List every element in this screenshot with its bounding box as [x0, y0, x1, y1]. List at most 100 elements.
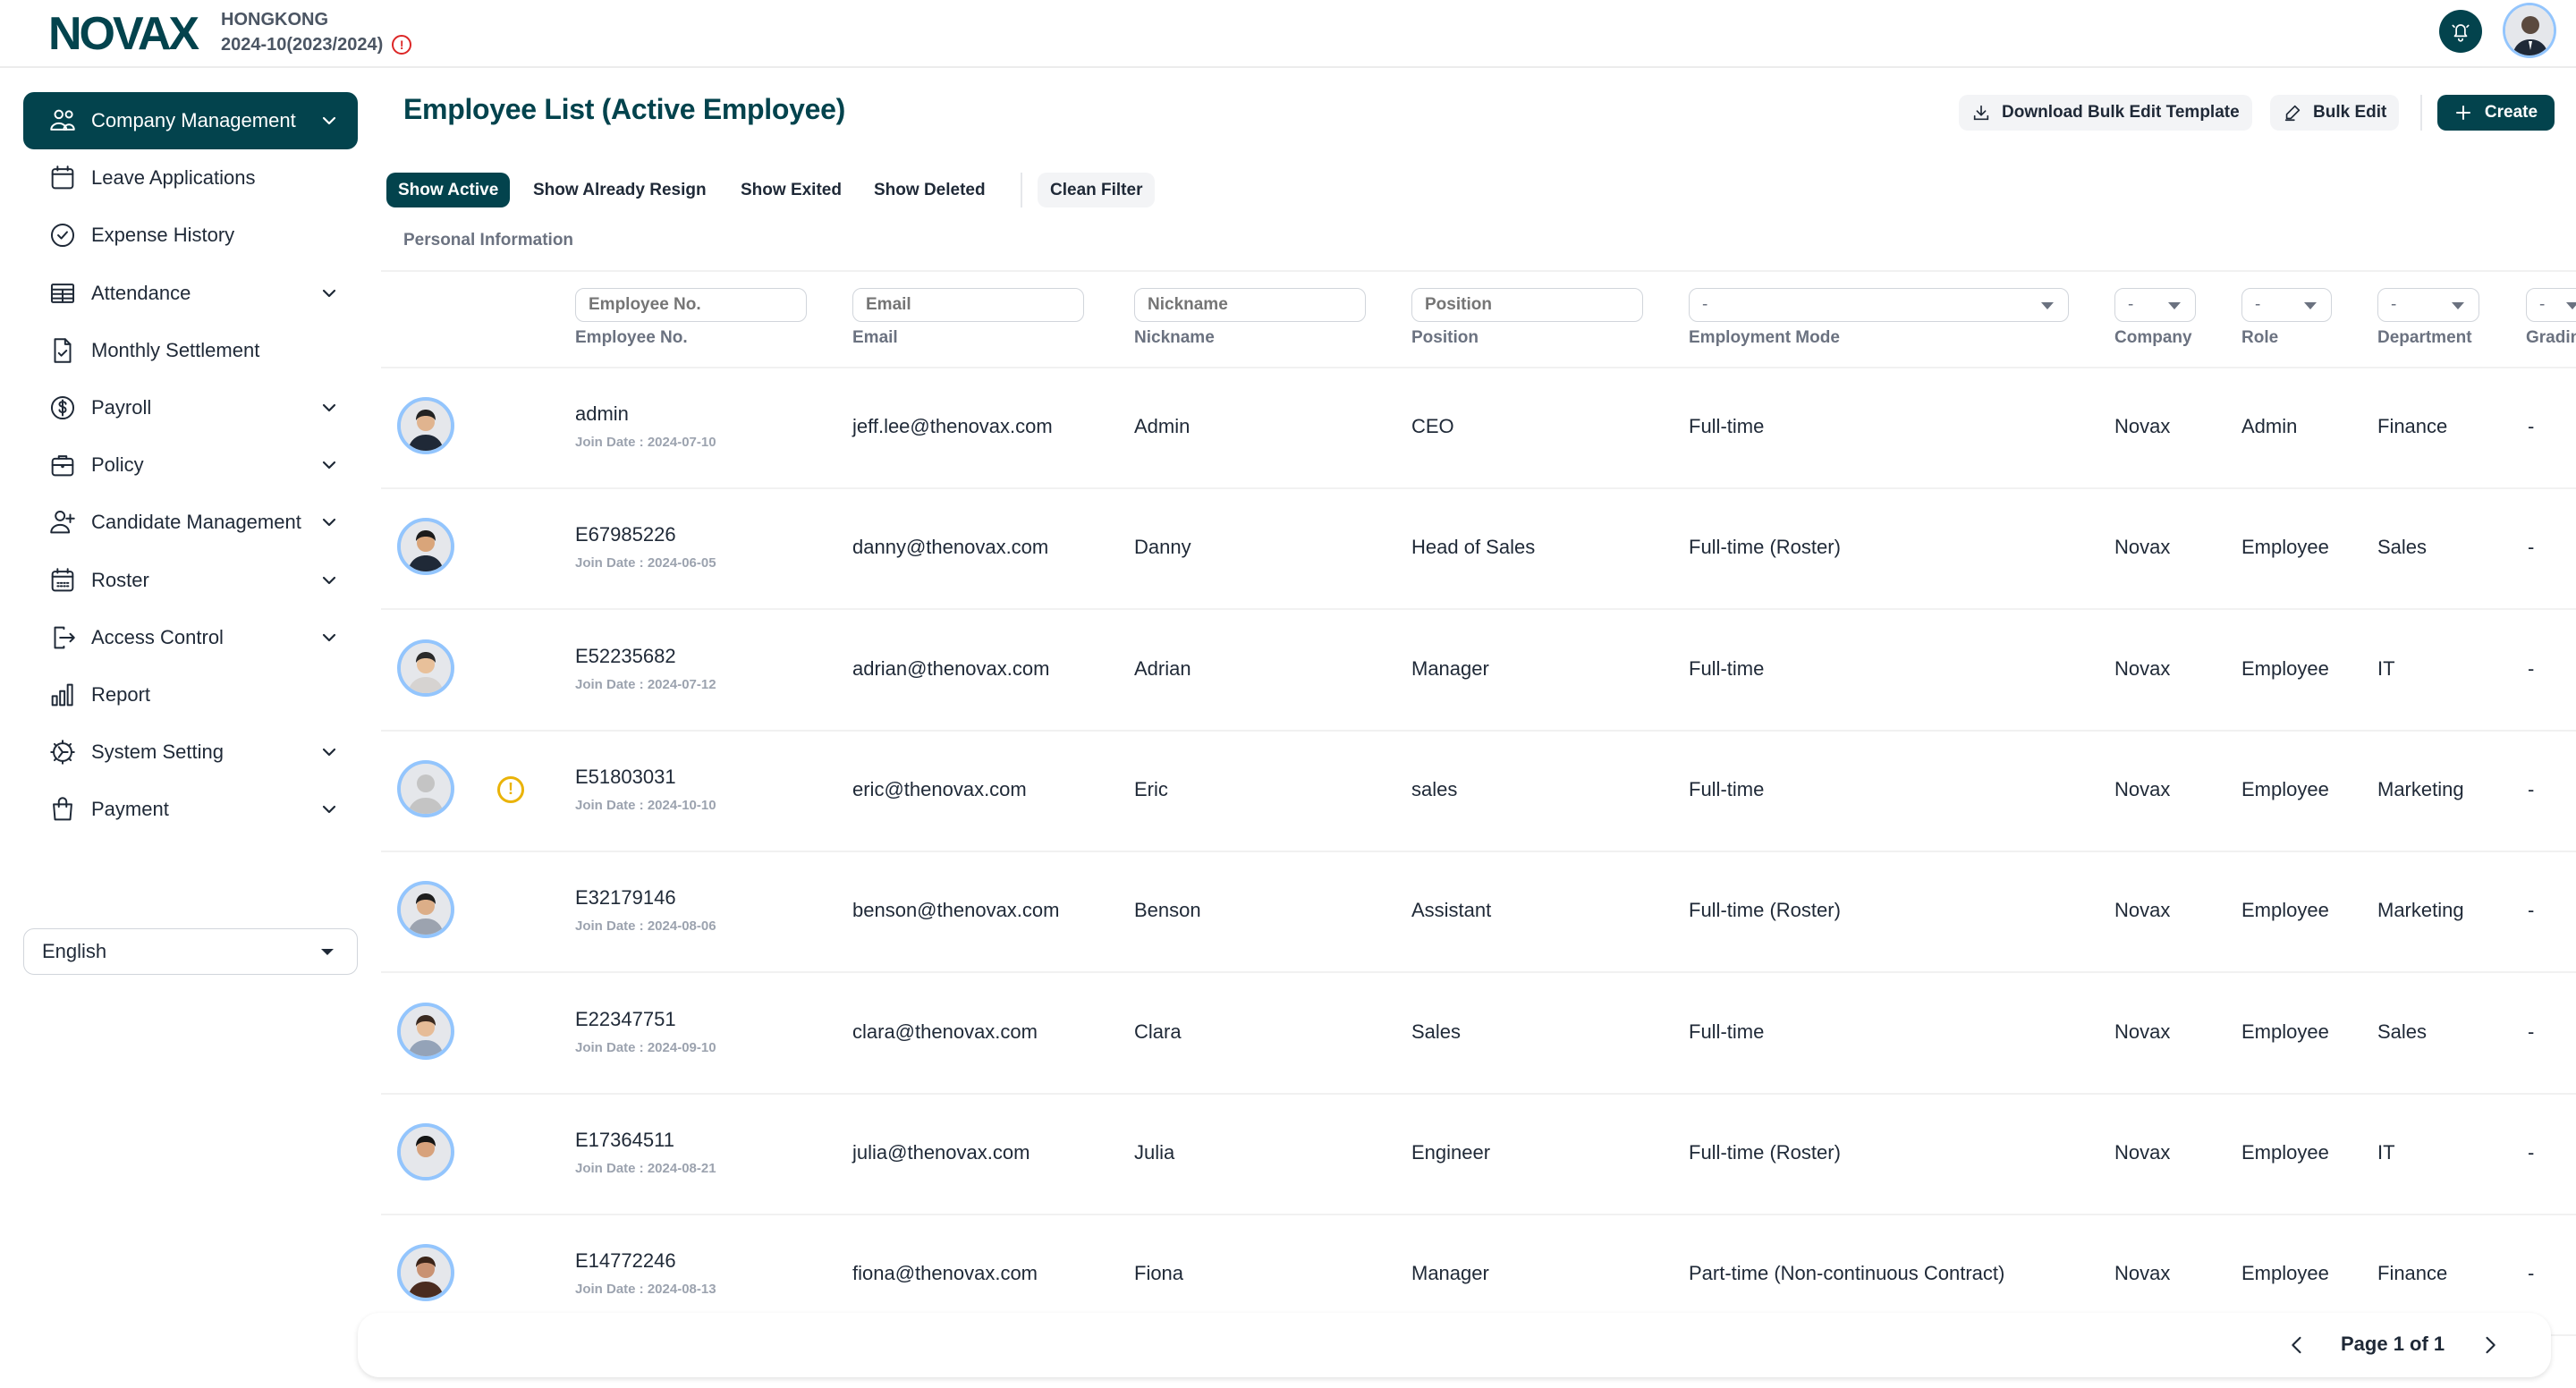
sidebar-item-attendance[interactable]: Attendance: [23, 265, 358, 322]
notification-button[interactable]: [2439, 10, 2482, 53]
email-cell: clara@thenovax.com: [852, 1020, 1038, 1043]
email-filter-input[interactable]: [852, 288, 1084, 322]
bulk-edit-button[interactable]: Bulk Edit: [2270, 95, 2400, 131]
column-header-employee-no[interactable]: Employee No.: [575, 328, 688, 348]
position-filter-input[interactable]: [1411, 288, 1643, 322]
employee-avatar[interactable]: [397, 1244, 454, 1302]
chevron-down-icon[interactable]: [318, 570, 340, 591]
novax-logo[interactable]: NOVAX: [48, 7, 199, 61]
employee-no-cell[interactable]: admin: [575, 402, 629, 426]
company-cell: Novax: [2114, 1262, 2171, 1285]
sidebar-item-policy[interactable]: Policy: [23, 436, 358, 494]
grading-filter-select[interactable]: -: [2526, 288, 2576, 322]
column-header-email[interactable]: Email: [852, 328, 898, 348]
sidebar-item-label: Leave Applications: [91, 166, 256, 190]
sidebar-item-expense-history[interactable]: Expense History: [23, 207, 358, 264]
chevron-down-icon[interactable]: [318, 110, 340, 131]
column-header-position[interactable]: Position: [1411, 328, 1479, 348]
clean-filter-button[interactable]: Clean Filter: [1038, 173, 1156, 207]
column-header-role[interactable]: Role: [2241, 328, 2278, 348]
sidebar-item-label: Access Control: [91, 625, 224, 648]
create-button[interactable]: Create: [2437, 95, 2555, 131]
period-row: 2024-10(2023/2024) !: [221, 32, 412, 57]
sidebar-item-label: Company Management: [91, 109, 296, 131]
email-cell: fiona@thenovax.com: [852, 1262, 1038, 1285]
employee-no-cell[interactable]: E14772246: [575, 1249, 676, 1273]
department-cell: Finance: [2377, 1262, 2448, 1285]
column-header-department[interactable]: Department: [2377, 328, 2472, 348]
table-row[interactable]: E52235682 Join Date : 2024-07-12 adrian@th…: [381, 611, 2576, 732]
language-select[interactable]: English: [23, 928, 358, 975]
department-filter-select[interactable]: -: [2377, 288, 2479, 322]
nickname-filter-input[interactable]: [1134, 288, 1366, 322]
sidebar-item-payment[interactable]: Payment: [23, 781, 358, 838]
table-row[interactable]: E32179146 Join Date : 2024-08-06 benson@th…: [381, 852, 2576, 974]
chevron-left-icon[interactable]: [2284, 1333, 2309, 1358]
sidebar-item-monthly-settlement[interactable]: Monthly Settlement: [23, 322, 358, 379]
employee-no-filter-input[interactable]: [575, 288, 807, 322]
table-row[interactable]: E17364511 Join Date : 2024-08-21 julia@the…: [381, 1095, 2576, 1215]
employee-no-cell[interactable]: E17364511: [575, 1129, 674, 1152]
tab-show-exited[interactable]: Show Exited: [729, 173, 853, 207]
alert-circle-icon[interactable]: !: [392, 35, 412, 55]
employee-avatar[interactable]: [397, 759, 454, 817]
sidebar-item-roster[interactable]: Roster: [23, 552, 358, 609]
employee-avatar[interactable]: [397, 881, 454, 939]
email-cell: eric@thenovax.com: [852, 777, 1027, 800]
sidebar-item-payroll[interactable]: Payroll: [23, 379, 358, 436]
chevron-down-icon[interactable]: [318, 741, 340, 763]
chevron-down-icon[interactable]: [318, 627, 340, 648]
sidebar-item-leave-applications[interactable]: Leave Applications: [23, 149, 358, 207]
grading-cell: -: [2528, 1262, 2535, 1285]
employee-avatar[interactable]: [397, 639, 454, 697]
sidebar-item-system-setting[interactable]: System Setting: [23, 724, 358, 781]
tab-show-already-resign[interactable]: Show Already Resign: [521, 173, 718, 207]
employee-avatar[interactable]: [397, 1002, 454, 1060]
create-label: Create: [2484, 103, 2538, 122]
tab-show-deleted[interactable]: Show Deleted: [862, 173, 997, 207]
column-header-employment-mode[interactable]: Employment Mode: [1689, 328, 1840, 348]
sidebar-item-candidate-management[interactable]: Candidate Management: [23, 494, 358, 551]
employee-no-cell[interactable]: E51803031: [575, 766, 676, 789]
table-row[interactable]: ! E51803031 Join Date : 2024-10-10 eric@the…: [381, 732, 2576, 852]
employee-no-cell[interactable]: E32179146: [575, 886, 676, 910]
table-row[interactable]: admin Join Date : 2024-07-10 jeff.lee@then…: [381, 368, 2576, 489]
employee-no-cell[interactable]: E67985226: [575, 523, 676, 546]
employment-mode-filter-select[interactable]: -: [1689, 288, 2069, 322]
employee-avatar[interactable]: [397, 518, 454, 576]
chevron-right-icon[interactable]: [2478, 1333, 2503, 1358]
employee-avatar[interactable]: [397, 1122, 454, 1181]
sidebar-item-report[interactable]: Report: [23, 666, 358, 724]
chevron-down-icon[interactable]: [318, 512, 340, 533]
employee-avatar[interactable]: [397, 397, 454, 454]
table-row[interactable]: E67985226 Join Date : 2024-06-05 danny@the…: [381, 489, 2576, 611]
department-cell: Finance: [2377, 415, 2448, 437]
nickname-cell: Clara: [1134, 1020, 1182, 1043]
employment-mode-cell: Full-time (Roster): [1689, 1140, 1841, 1164]
chevron-down-icon[interactable]: [318, 799, 340, 820]
chevron-down-icon[interactable]: [318, 397, 340, 419]
chevron-down-icon[interactable]: [318, 283, 340, 304]
sidebar-item-company-management[interactable]: Company Management: [23, 92, 358, 149]
role-filter-select[interactable]: -: [2241, 288, 2332, 322]
employee-no-cell[interactable]: E22347751: [575, 1008, 676, 1031]
employee-no-cell[interactable]: E52235682: [575, 645, 676, 668]
grading-cell: -: [2528, 536, 2535, 559]
download-bulk-edit-template-button[interactable]: Download Bulk Edit Template: [1959, 95, 2252, 131]
position-cell: Manager: [1411, 1262, 1489, 1285]
column-header-company[interactable]: Company: [2114, 328, 2192, 348]
sidebar-item-label: Payroll: [91, 396, 152, 419]
position-cell: Assistant: [1411, 899, 1492, 922]
sidebar-item-access-control[interactable]: Access Control: [23, 609, 358, 666]
chevron-down-icon[interactable]: [318, 454, 340, 476]
tab-show-active[interactable]: Show Active: [386, 173, 511, 207]
role-cell: Employee: [2241, 777, 2329, 800]
company-filter-select[interactable]: -: [2114, 288, 2196, 322]
table-row[interactable]: E22347751 Join Date : 2024-09-10 clara@the…: [381, 974, 2576, 1095]
region-label: HONGKONG: [221, 10, 328, 30]
user-avatar[interactable]: [2503, 3, 2556, 58]
column-header-nickname[interactable]: Nickname: [1134, 328, 1215, 348]
join-date: Join Date : 2024-10-10: [575, 797, 716, 813]
warning-icon[interactable]: !: [497, 775, 524, 803]
column-header-grading[interactable]: Grading: [2526, 328, 2576, 348]
